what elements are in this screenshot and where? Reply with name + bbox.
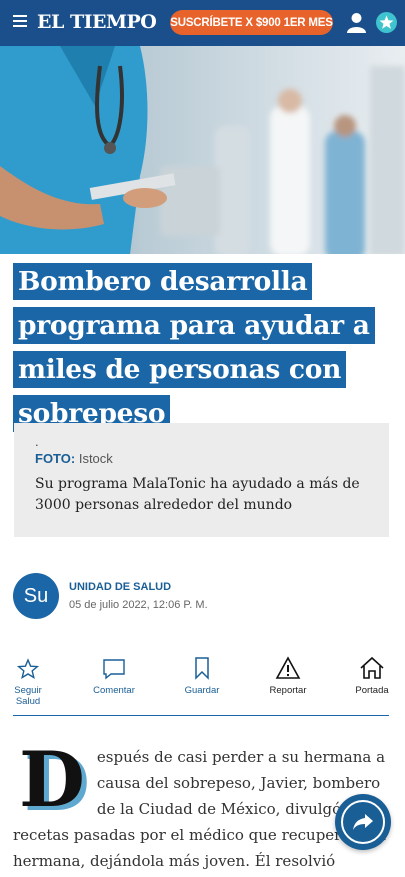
photo-credit-text: Istock xyxy=(78,451,113,466)
star-badge-icon[interactable] xyxy=(376,12,397,33)
home-icon xyxy=(360,656,384,679)
caption-dot: . xyxy=(35,434,39,449)
article-title: Bombero desarrolla programa para ayudar a… xyxy=(13,260,393,436)
title-line: programa para ayudar a xyxy=(18,310,370,341)
article-actions: Seguir Salud Comentar Guardar Reportar P… xyxy=(0,654,405,707)
publish-date: 05 de julio 2022, 12:06 P. M. xyxy=(69,599,208,611)
photo-caption-box: . FOTO: Istock Su programa MalaTonic ha … xyxy=(14,423,389,537)
warning-icon xyxy=(275,656,301,679)
photo-label: FOTO: xyxy=(35,451,76,466)
save-button[interactable]: Guardar xyxy=(166,654,238,696)
author-avatar[interactable]: Su xyxy=(13,573,59,619)
star-outline-icon xyxy=(17,658,39,679)
photo-credit: FOTO: Istock xyxy=(35,451,368,466)
article-title-text: Bombero desarrolla programa para ayudar a… xyxy=(13,263,375,432)
drop-cap: D xyxy=(19,735,85,824)
top-header: EL TIEMPO SUSCRÍBETE X $900 1ER MES xyxy=(0,0,405,46)
site-logo[interactable]: EL TIEMPO xyxy=(37,11,157,33)
user-icon[interactable] xyxy=(346,12,367,33)
report-label: Reportar xyxy=(269,685,307,696)
hero-image xyxy=(0,46,405,254)
follow-label: Seguir Salud xyxy=(14,685,42,707)
article-subtitle: Su programa MalaTonic ha ayudado a más d… xyxy=(35,476,360,513)
menu-icon[interactable] xyxy=(13,15,27,29)
title-line: Bombero desarrolla xyxy=(18,266,308,297)
comment-button[interactable]: Comentar xyxy=(78,654,150,696)
report-button[interactable]: Reportar xyxy=(252,654,324,696)
article-body: Después de casi perder a su hermana a ca… xyxy=(13,735,393,877)
author-name[interactable]: UNIDAD DE SALUD xyxy=(69,581,171,593)
comment-label: Comentar xyxy=(93,685,135,696)
home-button[interactable]: Portada xyxy=(336,654,405,696)
comment-icon xyxy=(103,659,125,680)
save-label: Guardar xyxy=(184,685,220,696)
divider xyxy=(13,715,389,716)
share-button[interactable] xyxy=(335,794,391,850)
home-label: Portada xyxy=(355,685,389,696)
share-arrow-icon xyxy=(353,814,373,830)
title-line: miles de personas con xyxy=(18,354,342,385)
subscribe-button[interactable]: SUSCRÍBETE X $900 1ER MES xyxy=(170,10,333,35)
bookmark-icon xyxy=(195,657,209,680)
follow-button[interactable]: Seguir Salud xyxy=(0,654,64,707)
